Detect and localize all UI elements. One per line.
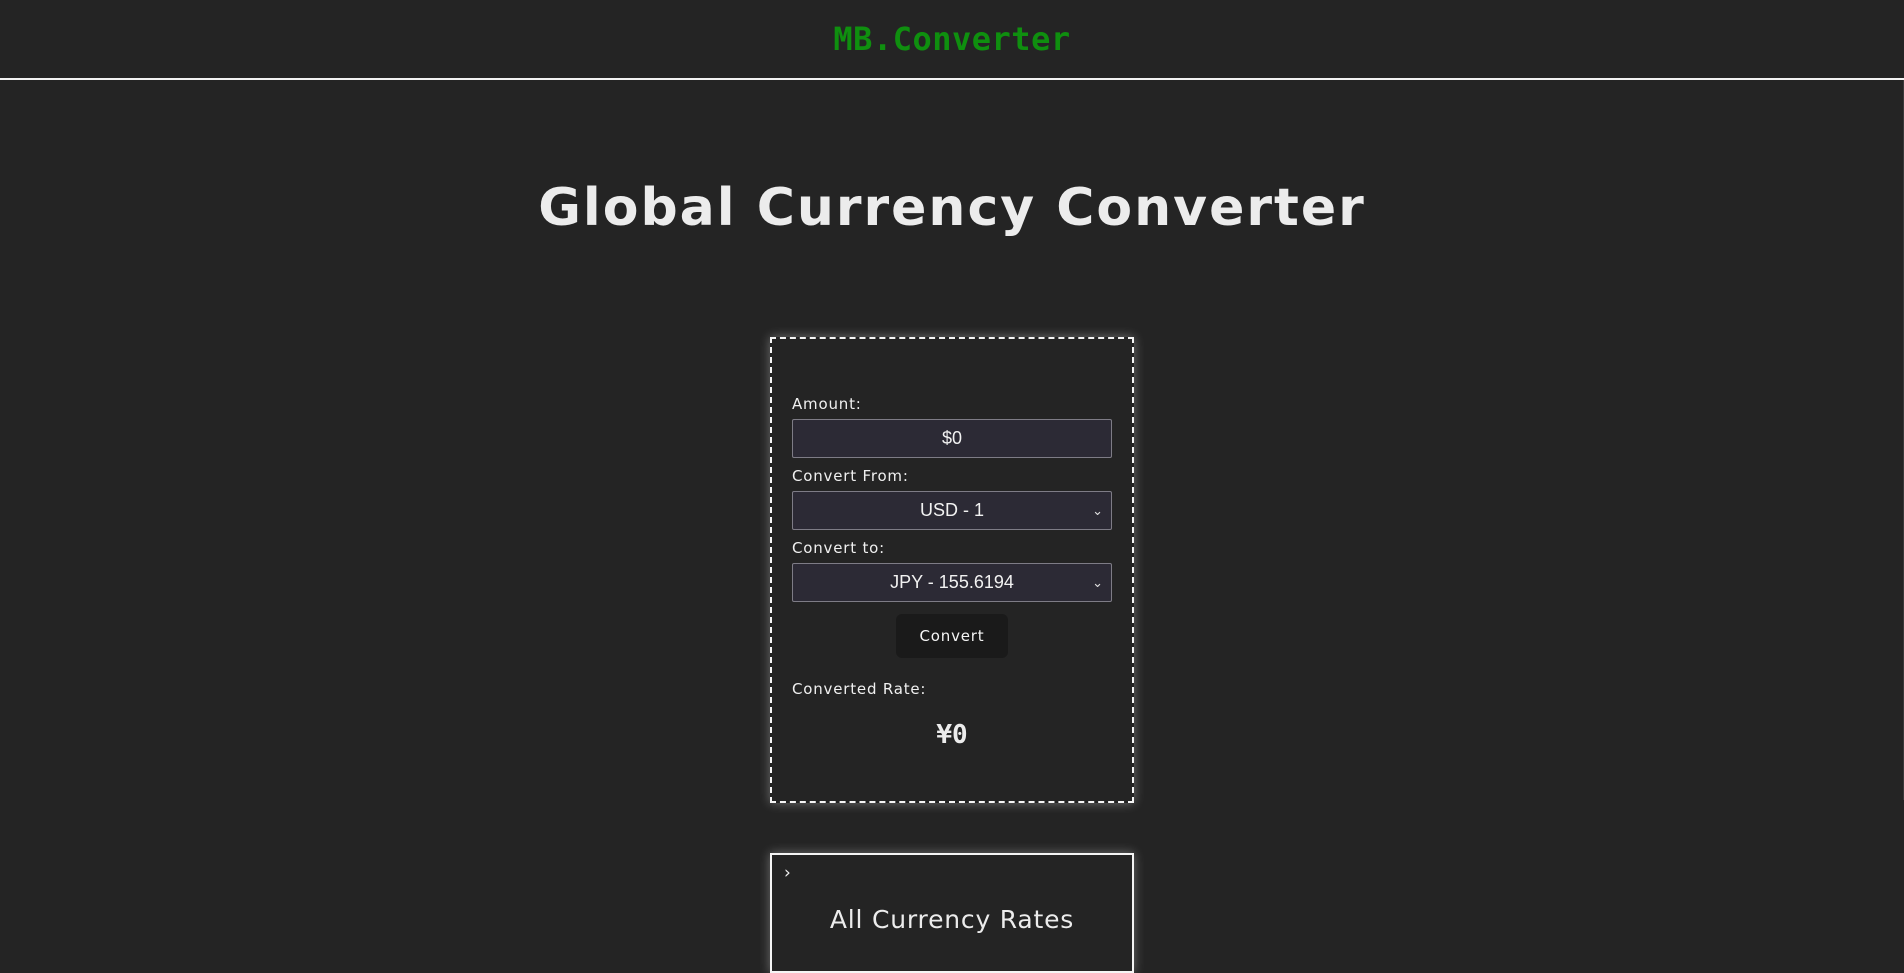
- convert-button[interactable]: Convert: [896, 614, 1008, 658]
- convert-to-label: Convert to:: [792, 539, 885, 557]
- amount-value: $0: [941, 428, 963, 448]
- convert-from-value: USD - 1: [919, 500, 984, 520]
- top-header: MB.Converter: [0, 0, 1904, 80]
- chevron-down-icon: ⌄: [1092, 574, 1103, 590]
- converter-card: Amount: $0 Convert From: USD - 1 ⌄ Conve…: [770, 337, 1134, 803]
- convert-from-label: Convert From:: [792, 467, 909, 485]
- converted-rate-label: Converted Rate:: [792, 680, 927, 698]
- brand-logo[interactable]: MB.Converter: [833, 20, 1070, 58]
- all-currency-rates-panel[interactable]: › All Currency Rates: [770, 853, 1134, 973]
- amount-label: Amount:: [792, 395, 862, 413]
- amount-input[interactable]: $0: [792, 419, 1112, 458]
- all-currency-rates-title: All Currency Rates: [829, 905, 1075, 934]
- chevron-right-icon[interactable]: ›: [784, 863, 791, 883]
- convert-to-value: JPY - 155.6194: [890, 572, 1014, 592]
- converted-rate-value: ¥0: [936, 720, 968, 750]
- page-title: Global Currency Converter: [538, 178, 1366, 238]
- chevron-down-icon: ⌄: [1092, 502, 1103, 518]
- convert-from-select[interactable]: USD - 1 ⌄: [792, 491, 1112, 530]
- convert-to-select[interactable]: JPY - 155.6194 ⌄: [792, 563, 1112, 602]
